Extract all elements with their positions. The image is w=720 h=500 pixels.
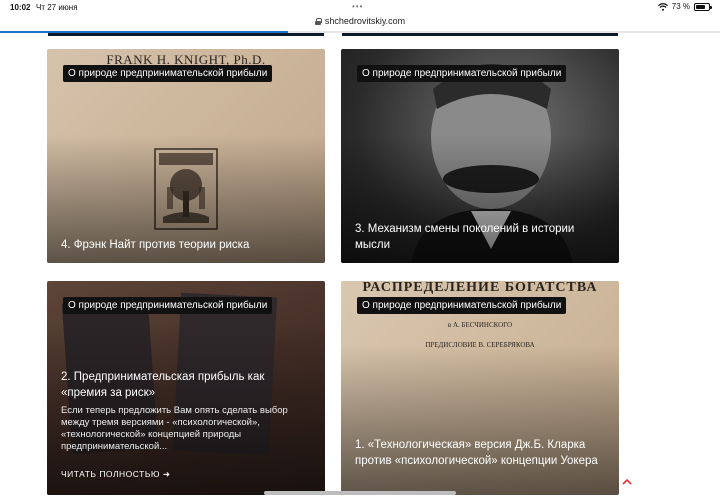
status-right: 73 %	[657, 2, 712, 11]
battery-icon	[694, 2, 712, 11]
status-date: Чт 27 июня	[36, 3, 78, 12]
category-tag[interactable]: О природе предпринимательской прибыли	[357, 65, 567, 82]
article-card-4[interactable]: FRANK H. KNIGHT, Ph.D. О природе предпри…	[47, 49, 325, 263]
category-tag[interactable]: О природе предпринимательской прибыли	[357, 297, 567, 314]
url-text[interactable]: shchedrovitskiy.com	[325, 16, 405, 26]
lock-icon	[314, 17, 322, 25]
category-tag[interactable]: О природе предпринимательской прибыли	[63, 297, 273, 314]
battery-percent: 73 %	[671, 2, 690, 11]
card-title[interactable]: 1. «Технологическая» версия Дж.Б. Кларка…	[355, 437, 605, 469]
category-tag[interactable]: О природе предпринимательской прибыли	[63, 65, 273, 82]
article-card-1[interactable]: РАСПРЕДЕЛЕНИЕ БОГАТСТВА в А. БЕСЧИНСКОГО…	[341, 281, 619, 495]
home-indicator[interactable]	[264, 491, 456, 495]
card-title[interactable]: 3. Механизм смены поколений в истории мы…	[355, 221, 605, 253]
card-excerpt: Если теперь предложить Вам опять сделать…	[61, 405, 288, 452]
scroll-to-top-icon[interactable]	[622, 478, 632, 486]
previous-card-edge	[48, 33, 324, 36]
read-more-link[interactable]: ЧИТАТЬ ПОЛНОСТЬЮ ➜	[61, 469, 170, 480]
previous-card-edge	[342, 33, 618, 36]
address-bar[interactable]: shchedrovitskiy.com	[0, 12, 720, 30]
card-title[interactable]: 2. Предпринимательская прибыль как «прем…	[61, 369, 311, 401]
article-card-2[interactable]: О природе предпринимательской прибыли 2.…	[47, 281, 325, 495]
article-card-3[interactable]: О природе предпринимательской прибыли 3.…	[341, 49, 619, 263]
card-title[interactable]: 4. Фрэнк Найт против теории риска	[61, 237, 311, 253]
wifi-icon	[657, 2, 668, 11]
status-time: 10:02	[10, 3, 31, 12]
card-image-text: РАСПРЕДЕЛЕНИЕ БОГАТСТВА	[362, 281, 598, 295]
article-grid: FRANK H. KNIGHT, Ph.D. О природе предпри…	[0, 33, 720, 500]
multitasking-dots-icon[interactable]: •••	[352, 2, 363, 11]
card-image-subtext: в А. БЕСЧИНСКОГО	[447, 321, 513, 329]
